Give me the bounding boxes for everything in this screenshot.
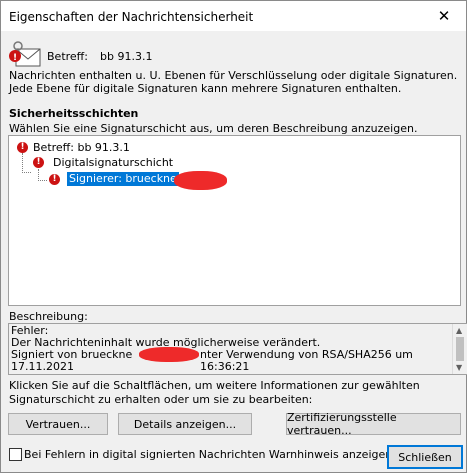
dialog-window: Eigenschaften der Nachrichtensicherheit … [0, 0, 467, 473]
details-button[interactable]: Details anzeigen... [118, 413, 252, 435]
signed-by-text: Signiert von brueckne [11, 348, 133, 361]
scroll-up-icon[interactable]: ▲ [456, 326, 462, 335]
scroll-down-icon[interactable]: ▼ [456, 363, 462, 372]
tree-connector [22, 153, 23, 173]
svg-text:!: ! [13, 53, 17, 63]
secure-envelope-icon: ! [9, 41, 41, 67]
hint-text: Klicken Sie auf die Schaltflächen, um we… [9, 379, 420, 406]
error-icon: ! [49, 174, 60, 185]
trust-ca-button[interactable]: Zertifizierungsstelle vertrauen... [286, 411, 461, 437]
subject-label: Betreff: [47, 50, 88, 63]
warning-checkbox-label[interactable]: Bei Fehlern in digital signierten Nachri… [24, 448, 396, 461]
title-bar: Eigenschaften der Nachrichtensicherheit … [1, 1, 466, 31]
close-button[interactable]: Schließen [387, 445, 463, 469]
description-box: Fehler: Der Nachrichteninhalt wurde mögl… [8, 323, 467, 375]
warning-checkbox[interactable] [9, 448, 22, 461]
description-scrollbar[interactable]: ▲ ▼ [452, 324, 467, 374]
description-label: Beschreibung: [9, 310, 88, 323]
redaction-mark [174, 171, 227, 190]
tree-connector [38, 180, 47, 181]
error-icon: ! [17, 142, 28, 153]
tree-item-label: Betreff: bb 91.3.1 [33, 141, 130, 154]
description-text: Fehler: Der Nachrichteninhalt wurde mögl… [11, 325, 451, 373]
tree-item-label-selected: Signierer: brueckne [67, 172, 179, 186]
tree-connector [22, 172, 31, 173]
layers-section-title: Sicherheitsschichten [9, 107, 139, 120]
security-layers-tree[interactable]: ! Betreff: bb 91.3.1 ! Digitalsignatursc… [8, 135, 461, 306]
window-title: Eigenschaften der Nachrichtensicherheit [9, 10, 254, 24]
scroll-thumb[interactable] [456, 337, 464, 361]
description-line: Signiert von brueckne nter Verwendung vo… [11, 347, 451, 373]
info-text: Nachrichten enthalten u. U. Ebenen für V… [9, 69, 458, 95]
trust-button[interactable]: Vertrauen... [8, 413, 108, 435]
signed-algorithm-text: nter Verwendung von RSA/SHA256 um 16:36:… [200, 348, 413, 373]
error-icon: ! [33, 157, 44, 168]
tree-item-label: Digitalsignaturschicht [53, 156, 174, 169]
close-icon[interactable]: ✕ [422, 1, 466, 31]
redaction-mark [139, 347, 199, 362]
layers-instruction: Wählen Sie eine Signaturschicht aus, um … [9, 122, 418, 135]
subject-value: bb 91.3.1 [100, 50, 153, 63]
